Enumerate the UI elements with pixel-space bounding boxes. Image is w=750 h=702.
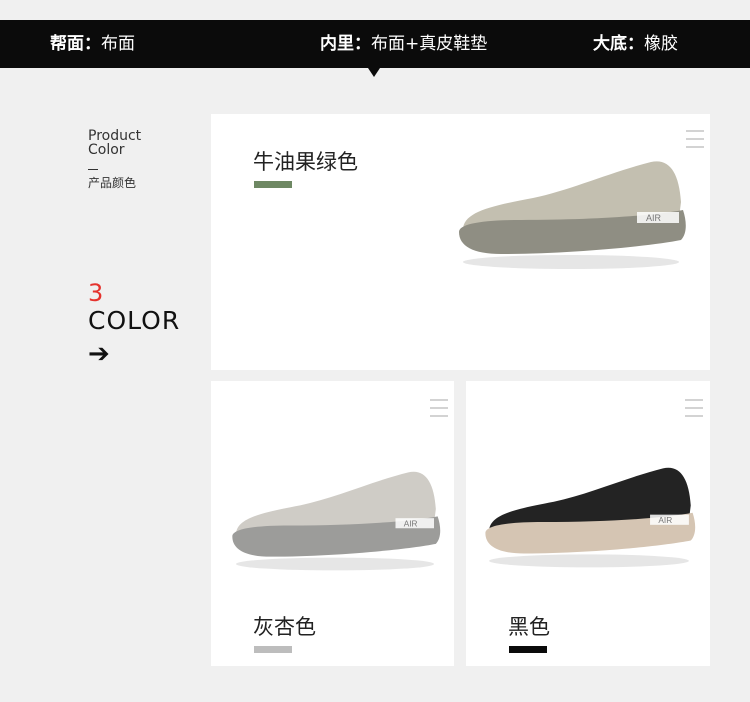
- heading-line-1: Product: [88, 128, 142, 144]
- arrow-right-icon: ➔: [88, 339, 110, 369]
- heading-divider: [88, 169, 98, 170]
- spec-upper: 帮面：布面: [50, 20, 135, 68]
- shoe-label: AIR: [646, 213, 662, 223]
- menu-icon[interactable]: [430, 399, 448, 423]
- color-swatch: [254, 181, 292, 188]
- color-card-avocado-green[interactable]: 牛油果绿色 AIR: [211, 114, 710, 370]
- color-swatch: [254, 646, 292, 653]
- spec-upper-key: 帮面：: [50, 34, 101, 54]
- color-name: 黑色: [508, 615, 550, 639]
- menu-icon[interactable]: [685, 399, 703, 423]
- menu-icon[interactable]: [686, 130, 704, 154]
- color-card-grey-apricot[interactable]: 灰杏色 AIR: [211, 381, 454, 666]
- heading-subtitle: 产品颜色: [88, 176, 137, 190]
- spec-sole-key: 大底：: [593, 34, 644, 54]
- color-card-black[interactable]: 黑色 AIR: [466, 381, 710, 666]
- color-name: 灰杏色: [253, 615, 316, 639]
- spec-sole-value: 橡胶: [644, 34, 678, 54]
- spec-lining: 内里：布面+真皮鞋垫: [320, 20, 487, 68]
- shoe-image: AIR: [232, 471, 441, 571]
- color-count: 3: [88, 279, 104, 307]
- color-name: 牛油果绿色: [253, 150, 358, 174]
- shoe-image: AIR: [485, 467, 696, 568]
- spec-sole: 大底：橡胶: [593, 20, 678, 68]
- color-swatch: [509, 646, 547, 653]
- material-spec-bar: 帮面：布面 内里：布面+真皮鞋垫 大底：橡胶: [0, 20, 750, 68]
- shoe-label: AIR: [404, 519, 418, 528]
- shoe-image: AIR: [459, 161, 686, 269]
- pointer-triangle-icon: [368, 68, 380, 77]
- shoe-label: AIR: [658, 515, 672, 525]
- spec-lining-key: 内里：: [320, 34, 371, 54]
- color-label: COLOR: [88, 306, 181, 335]
- spec-upper-value: 布面: [101, 34, 135, 54]
- spec-lining-value: 布面+真皮鞋垫: [371, 34, 488, 54]
- heading-line-2: Color: [88, 142, 125, 158]
- product-color-heading: Product Color 产品颜色: [88, 129, 141, 191]
